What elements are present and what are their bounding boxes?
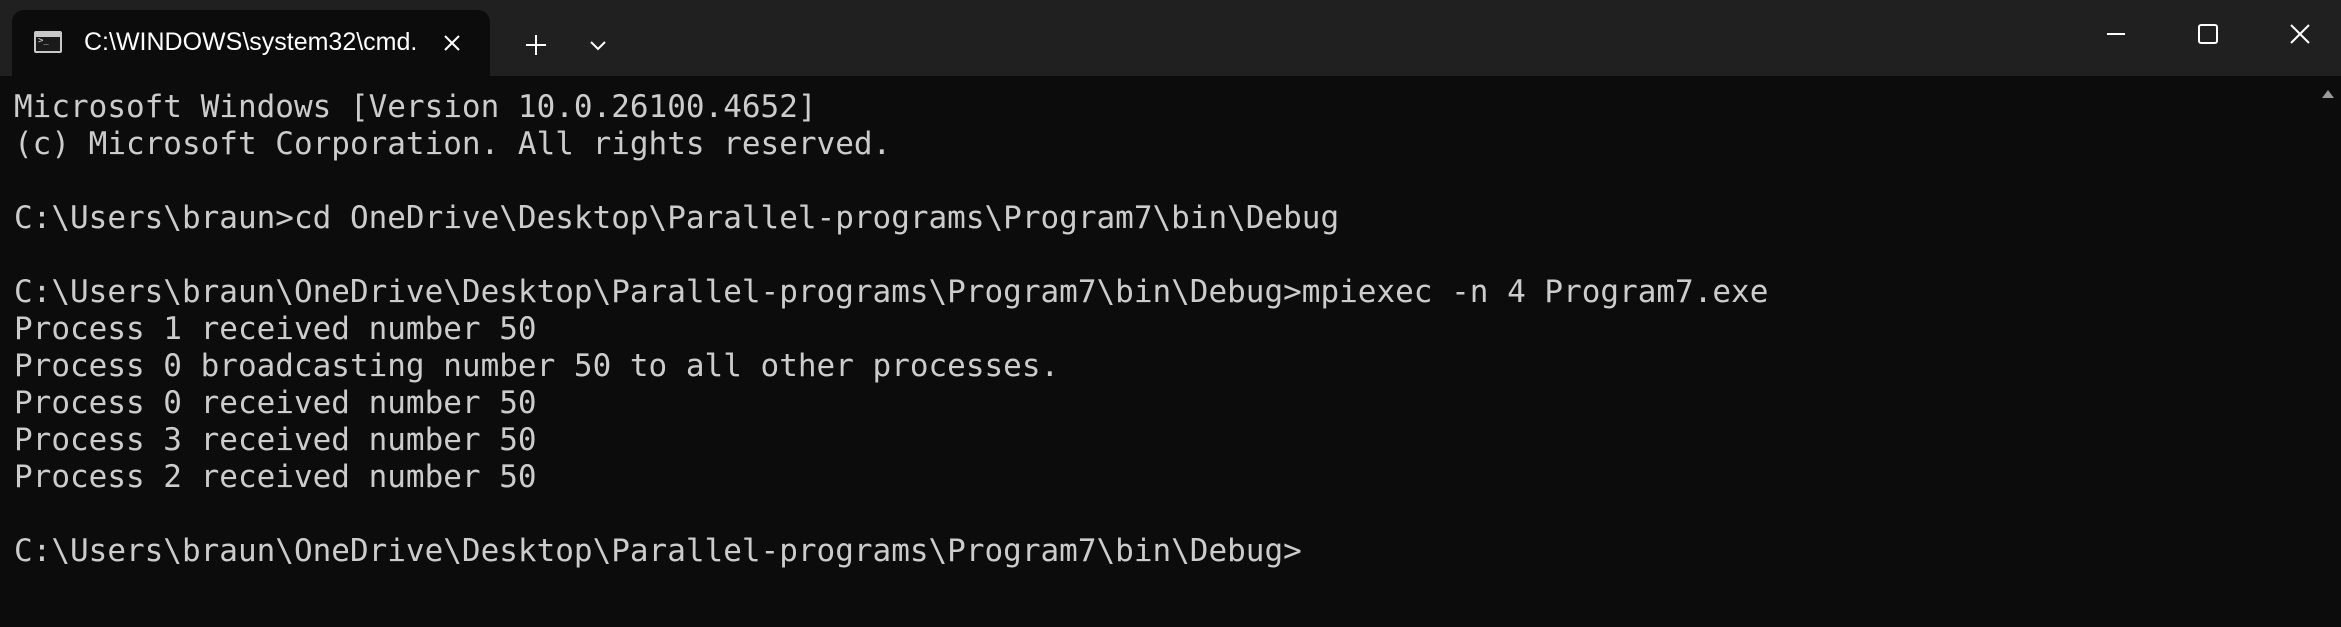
terminal-line: Process 1 received number 50 <box>14 311 537 347</box>
terminal-line: Microsoft Windows [Version 10.0.26100.46… <box>14 89 817 125</box>
terminal-line: (c) Microsoft Corporation. All rights re… <box>14 126 892 162</box>
tab-dropdown-button[interactable] <box>580 27 616 63</box>
maximize-icon <box>2198 24 2218 44</box>
close-icon <box>2290 24 2310 44</box>
terminal-line: C:\Users\braun>cd OneDrive\Desktop\Paral… <box>14 200 1340 236</box>
terminal-line: C:\Users\braun\OneDrive\Desktop\Parallel… <box>14 533 1302 569</box>
minimize-icon <box>2107 33 2125 35</box>
title-bar[interactable]: C:\WINDOWS\system32\cmd. <box>0 0 2341 76</box>
vertical-scrollbar[interactable] <box>2316 76 2341 627</box>
terminal-line: Process 0 received number 50 <box>14 385 537 421</box>
terminal-output[interactable]: Microsoft Windows [Version 10.0.26100.46… <box>0 76 2316 627</box>
tab-close-button[interactable] <box>437 28 467 58</box>
terminal-icon <box>34 31 62 53</box>
new-tab-button[interactable] <box>518 27 554 63</box>
close-window-button[interactable] <box>2254 0 2341 68</box>
close-icon <box>444 35 460 51</box>
scroll-up-button[interactable] <box>2320 86 2336 100</box>
terminal-line: Process 0 broadcasting number 50 to all … <box>14 348 1060 384</box>
minimize-button[interactable] <box>2070 0 2162 68</box>
terminal-line: Process 2 received number 50 <box>14 459 537 495</box>
terminal-line: C:\Users\braun\OneDrive\Desktop\Parallel… <box>14 274 1769 310</box>
plus-icon <box>526 35 546 55</box>
terminal-window: C:\WINDOWS\system32\cmd. <box>0 0 2341 627</box>
terminal-line: Process 3 received number 50 <box>14 422 537 458</box>
tab-cmd[interactable]: C:\WINDOWS\system32\cmd. <box>12 10 490 76</box>
maximize-button[interactable] <box>2162 0 2254 68</box>
tab-title: C:\WINDOWS\system32\cmd. <box>84 28 418 56</box>
scroll-up-icon <box>2322 90 2334 98</box>
chevron-down-icon <box>590 41 606 51</box>
